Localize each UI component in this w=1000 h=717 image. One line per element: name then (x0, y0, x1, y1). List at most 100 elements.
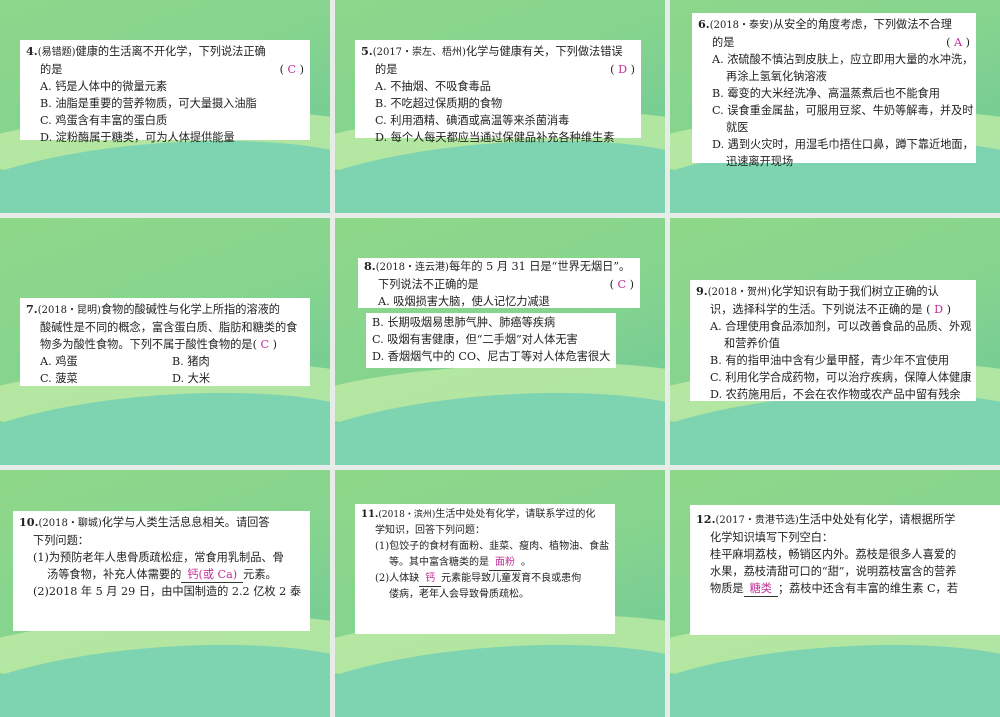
passage: 物质是 (710, 582, 744, 595)
option-d: D. 淀粉酶属于糖类，可为人体提供能量 (40, 131, 235, 144)
question-box: 12.(2017・贵港节选)生活中处处有化学，请根据所学 化学知识填写下列空白：… (690, 505, 1000, 635)
option-c-cont: 就医 (726, 121, 749, 134)
option-b: B. 有的指甲油中含有少量甲醛，青少年不宜使用 (710, 354, 950, 367)
option-d-cont: 迅速离开现场 (726, 155, 794, 168)
question-number: 5. (361, 44, 373, 58)
question-stem: 学知识，回答下列问题： (375, 525, 485, 536)
question-number: 6. (698, 17, 710, 31)
answer: ( A ) (946, 36, 970, 49)
option-b: B. 油脂是重要的营养物质，可大量摄入油脂 (40, 97, 257, 110)
option-a: A. 浓硫酸不慎沾到皮肤上，应立即用大量的水冲洗， (712, 53, 974, 66)
question-source: (2018・聊城) (38, 518, 102, 529)
answer-letter: C (287, 63, 297, 76)
question-box: 6.(2018・泰安)从安全的角度考虑，下列做法不合理 的是 ( A ) A. 浓… (692, 13, 976, 168)
question-number: 8. (364, 259, 376, 273)
question-stem: 的是 (712, 36, 735, 49)
slide-q7[interactable]: 7.(2018・昆明)食物的酸碱性与化学上所指的溶液的 酸碱性是不同的概念，富含… (0, 218, 330, 465)
question-stem: 每年的 5 月 31 日是“世界无烟日”。 (448, 260, 631, 273)
sub-question-1: 等。其中富含糖类的是 (389, 557, 489, 568)
question-stem: 酸碱性是不同的概念，富含蛋白质、脂肪和糖类的食 (40, 321, 298, 334)
option-b: B. 霉变的大米经洗净、高温蒸煮后也不能食用 (712, 87, 940, 100)
answer: ( D ) (926, 303, 951, 316)
sub-question-1: (1)包饺子的食材有面粉、韭菜、瘦肉、植物油、食盐 (375, 541, 610, 552)
option-d: D. 遇到火灾时，用湿毛巾捂住口鼻，蹲下靠近地面， (712, 138, 974, 151)
question-stem: 下列说法不正确的是 (378, 278, 479, 291)
answer: ( C ) (609, 278, 634, 291)
answer-letter: D (618, 63, 628, 76)
slide-q8[interactable]: 8.(2018・连云港)每年的 5 月 31 日是“世界无烟日”。 下列说法不正… (335, 218, 665, 465)
answer: ( D ) (610, 63, 635, 76)
question-box-top: 8.(2018・连云港)每年的 5 月 31 日是“世界无烟日”。 下列说法不正… (358, 258, 640, 308)
question-source: (2017・崇左、梧州) (372, 47, 466, 58)
sub-question-2: 偻病，老年人会导致骨质疏松。 (389, 589, 529, 600)
question-stem: 识，选择科学的生活。下列说法不正确的是 (710, 303, 923, 316)
sub-question-2: (2)2018 年 5 月 29 日，由中国制造的 2.2 亿枚 2 泰 (33, 585, 302, 598)
passage: 水果，荔枝清甜可口的“甜”，说明荔枝富含的营养 (710, 565, 957, 578)
question-stem: 化学与健康有关，下列做法错误 (465, 45, 623, 58)
answer: ( C ) (279, 63, 304, 76)
option-d: D. 每个人每天都应当通过保健品补充各种维生素 (375, 131, 615, 144)
question-stem: 从安全的角度考虑，下列做法不合理 (772, 18, 952, 31)
question-number: 7. (26, 302, 38, 316)
question-box: 5.(2017・崇左、梧州)化学与健康有关，下列做法错误 的是 ( D ) A. … (355, 40, 641, 144)
option-a: A. 钙是人体中的微量元素 (40, 80, 168, 93)
question-source: (2018・滨州) (378, 510, 436, 520)
question-source: (2017・贵港节选) (715, 515, 799, 526)
option-a: A. 鸡蛋 (40, 355, 78, 368)
answer-blank: 面粉 (489, 556, 521, 571)
question-number: 10. (19, 515, 39, 529)
passage: 桂平麻垌荔枝，畅销区内外。荔枝是很多人喜爱的 (710, 548, 957, 561)
answer-letter: A (953, 36, 963, 49)
question-stem: 物多为酸性食物。下列不属于酸性食物的是 (40, 338, 253, 351)
answer-letter: C (260, 338, 270, 351)
option-a: A. 吸烟损害大脑，使人记忆力减退 (378, 295, 550, 308)
option-b: B. 猪肉 (172, 355, 210, 368)
sub-question-1: (1)为预防老年人患骨质疏松症，常食用乳制品、骨 (33, 551, 284, 564)
answer-blank: 钙(或 Ca) (181, 568, 244, 583)
answer-blank: 钙 (419, 572, 442, 587)
sub-question-2: (2)人体缺 (375, 573, 420, 584)
question-source: (2018・连云港) (375, 262, 449, 273)
question-box: 9.(2018・贺州)化学知识有助于我们树立正确的认 识，选择科学的生活。下列说… (690, 280, 976, 401)
slide-q12[interactable]: 12.(2017・贵港节选)生活中处处有化学，请根据所学 化学知识填写下列空白：… (670, 470, 1000, 717)
slide-q10[interactable]: 10.(2018・聊城)化学与人类生活息息相关。请回答 下列问题： (1)为预防… (0, 470, 330, 717)
option-c: C. 菠菜 (40, 372, 78, 385)
question-number: 11. (361, 509, 379, 520)
sub-question-1: 元素。 (243, 568, 277, 581)
option-d: D. 香烟烟气中的 CO、尼古丁等对人体危害很大 (372, 350, 611, 363)
sub-question-1: 。 (521, 557, 531, 568)
option-b: B. 长期吸烟易患肺气肿、肺癌等疾病 (372, 316, 556, 329)
option-d: D. 大米 (172, 372, 211, 385)
slide-q4[interactable]: 4.(易错题)健康的生活离不开化学，下列说法正确 的是 ( C ) A. 钙是人体… (0, 0, 330, 213)
option-c: C. 利用酒精、碘酒或高温等来杀菌消毒 (375, 114, 570, 127)
question-box: 11.(2018・滨州)生活中处处有化学，请联系学过的化 学知识，回答下列问题：… (355, 504, 615, 634)
option-a-cont: 再涂上氢氧化钠溶液 (726, 70, 827, 83)
option-a: A. 合理使用食品添加剂，可以改善食品的品质、外观 (710, 320, 972, 333)
question-stem: 健康的生活离不开化学，下列说法正确 (75, 45, 266, 58)
question-source: (2018・昆明) (37, 305, 101, 316)
question-box: 4.(易错题)健康的生活离不开化学，下列说法正确 的是 ( C ) A. 钙是人体… (20, 40, 310, 144)
slide-q5[interactable]: 5.(2017・崇左、梧州)化学与健康有关，下列做法错误 的是 ( D ) A. … (335, 0, 665, 213)
option-c: C. 鸡蛋含有丰富的蛋白质 (40, 114, 168, 127)
sub-question-1: 汤等食物，补充人体需要的 (47, 568, 182, 581)
slide-q11[interactable]: 11.(2018・滨州)生活中处处有化学，请联系学过的化 学知识，回答下列问题：… (335, 470, 665, 717)
question-number: 4. (26, 44, 38, 58)
slide-q6[interactable]: 6.(2018・泰安)从安全的角度考虑，下列做法不合理 的是 ( A ) A. 浓… (670, 0, 1000, 213)
option-c: C. 利用化学合成药物，可以治疗疾病，保障人体健康 (710, 371, 972, 384)
question-stem: 化学知识有助于我们树立正确的认 (770, 285, 939, 298)
slide-q9[interactable]: 9.(2018・贺州)化学知识有助于我们树立正确的认 识，选择科学的生活。下列说… (670, 218, 1000, 465)
question-source: (易错题) (37, 47, 76, 58)
answer: ( C ) (252, 338, 277, 351)
question-stem: 的是 (40, 63, 63, 76)
question-stem: 食物的酸碱性与化学上所指的溶液的 (100, 303, 280, 316)
option-a: A. 不抽烟、不吸食毒品 (375, 80, 491, 93)
option-a-cont: 和营养价值 (724, 337, 780, 350)
question-stem: 的是 (375, 63, 398, 76)
question-box: 10.(2018・聊城)化学与人类生活息息相关。请回答 下列问题： (1)为预防… (13, 511, 310, 631)
question-number: 9. (696, 284, 708, 298)
option-c: C. 吸烟有害健康，但“二手烟”对人体无害 (372, 333, 578, 346)
question-stem: 化学与人类生活息息相关。请回答 (101, 516, 270, 529)
option-d: D. 农药施用后，不会在农作物或农产品中留有残余 (710, 388, 961, 401)
question-stem: 下列问题： (33, 534, 89, 547)
passage: ；荔枝中还含有丰富的维生素 C，若 (777, 582, 958, 595)
